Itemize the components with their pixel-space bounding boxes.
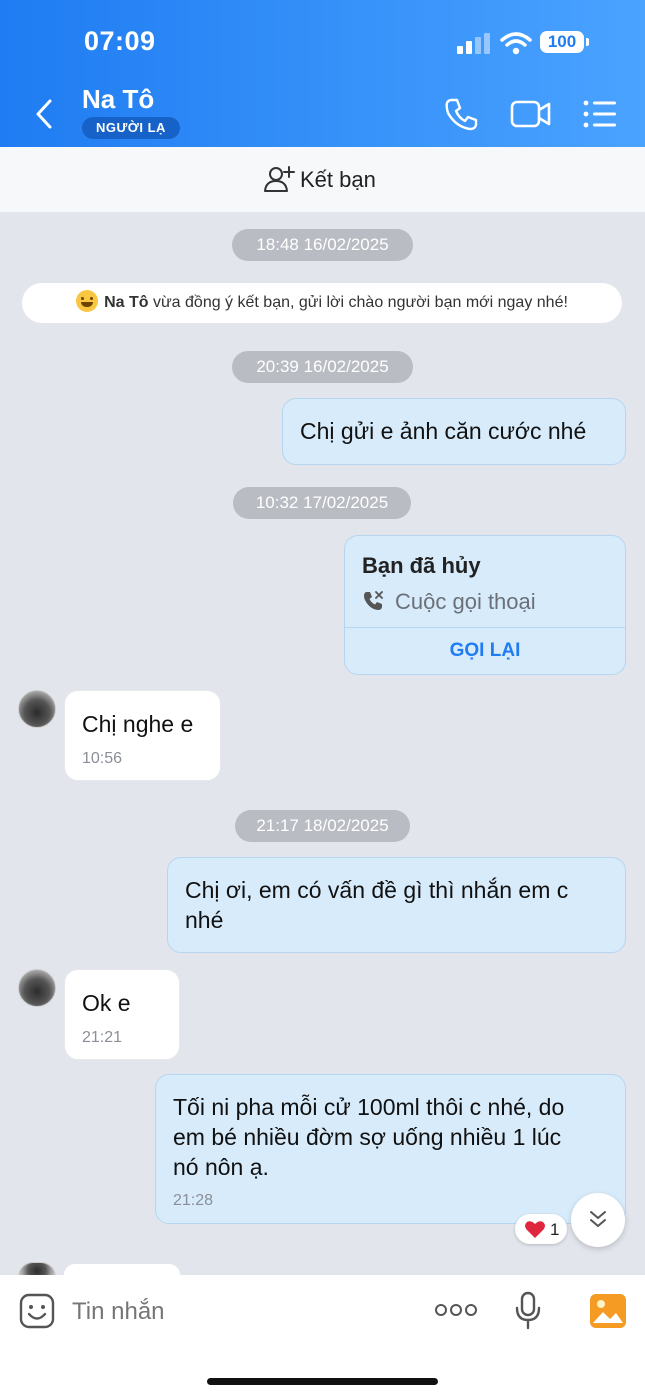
message-input[interactable] [70,1291,404,1333]
chevron-down-icon [590,1211,606,1227]
add-friend-label[interactable]: Kết bạn [300,167,376,193]
timestamp-divider: 21:17 18/02/2025 [235,810,410,842]
status-time: 07:09 [84,26,156,56]
system-message: Na Tô vừa đồng ý kết bạn, gửi lời chào n… [22,283,622,323]
incoming-message-partial [64,1264,180,1275]
add-friend-icon[interactable] [263,165,295,193]
message-text: Ok e [82,990,131,1016]
missed-call-icon [364,591,383,610]
contact-name[interactable]: Na Tô [82,84,154,115]
timestamp-divider: 10:32 17/02/2025 [233,487,411,519]
reaction-count: 1 [550,1220,560,1239]
message-text: nó nôn ạ. [173,1154,269,1180]
message-text: Chị nghe e [82,711,194,737]
avatar[interactable] [18,690,56,728]
more-icon[interactable] [434,1301,478,1319]
heart-icon [525,1221,545,1238]
signal-icon [457,33,490,54]
back-icon[interactable] [32,98,56,130]
stranger-badge: NGƯỜI LẠ [82,117,180,139]
message-time: 21:21 [82,1029,123,1046]
timestamp-divider: 18:48 16/02/2025 [232,229,413,261]
message-text: Tối ni pha mỗi cử 100ml thôi c nhé, do [173,1094,565,1120]
smile-emoji-icon [76,290,99,312]
call-back-button[interactable]: GỌI LẠI [345,640,625,662]
message-text: nhé [185,907,224,933]
emoji-icon[interactable] [19,1293,55,1329]
scroll-to-bottom-button[interactable] [571,1193,625,1247]
message-time: 21:28 [173,1192,214,1209]
outgoing-message[interactable] [167,857,626,953]
call-card-subtitle: Cuộc gọi thoại [395,589,536,614]
home-indicator [207,1378,438,1385]
wifi-icon [500,32,532,55]
message-time: 10:56 [82,750,123,767]
message-text: em bé nhiều đờm sợ uống nhiều 1 lúc [173,1124,562,1150]
reaction-badge[interactable]: 1 [515,1214,567,1244]
phone-icon[interactable] [444,97,478,131]
battery-indicator: 100 [540,31,589,53]
system-message-text: vừa đồng ý kết bạn, gửi lời chào người b… [148,294,568,311]
message-text: Chị ơi, em có vấn đề gì thì nhắn em c [185,877,569,903]
menu-icon[interactable] [582,99,618,129]
image-icon[interactable] [589,1293,627,1329]
chat-header: 07:09 100 Na Tô NGƯỜI LẠ [0,0,645,147]
avatar[interactable] [18,969,56,1007]
system-message-name: Na Tô [104,294,149,311]
timestamp-divider: 20:39 16/02/2025 [232,351,413,383]
video-call-icon[interactable] [510,99,552,129]
microphone-icon[interactable] [514,1291,542,1331]
call-card-divider [345,627,625,628]
call-card-title: Bạn đã hủy [362,553,481,578]
message-text: Chị gửi e ảnh căn cước nhé [300,418,587,444]
